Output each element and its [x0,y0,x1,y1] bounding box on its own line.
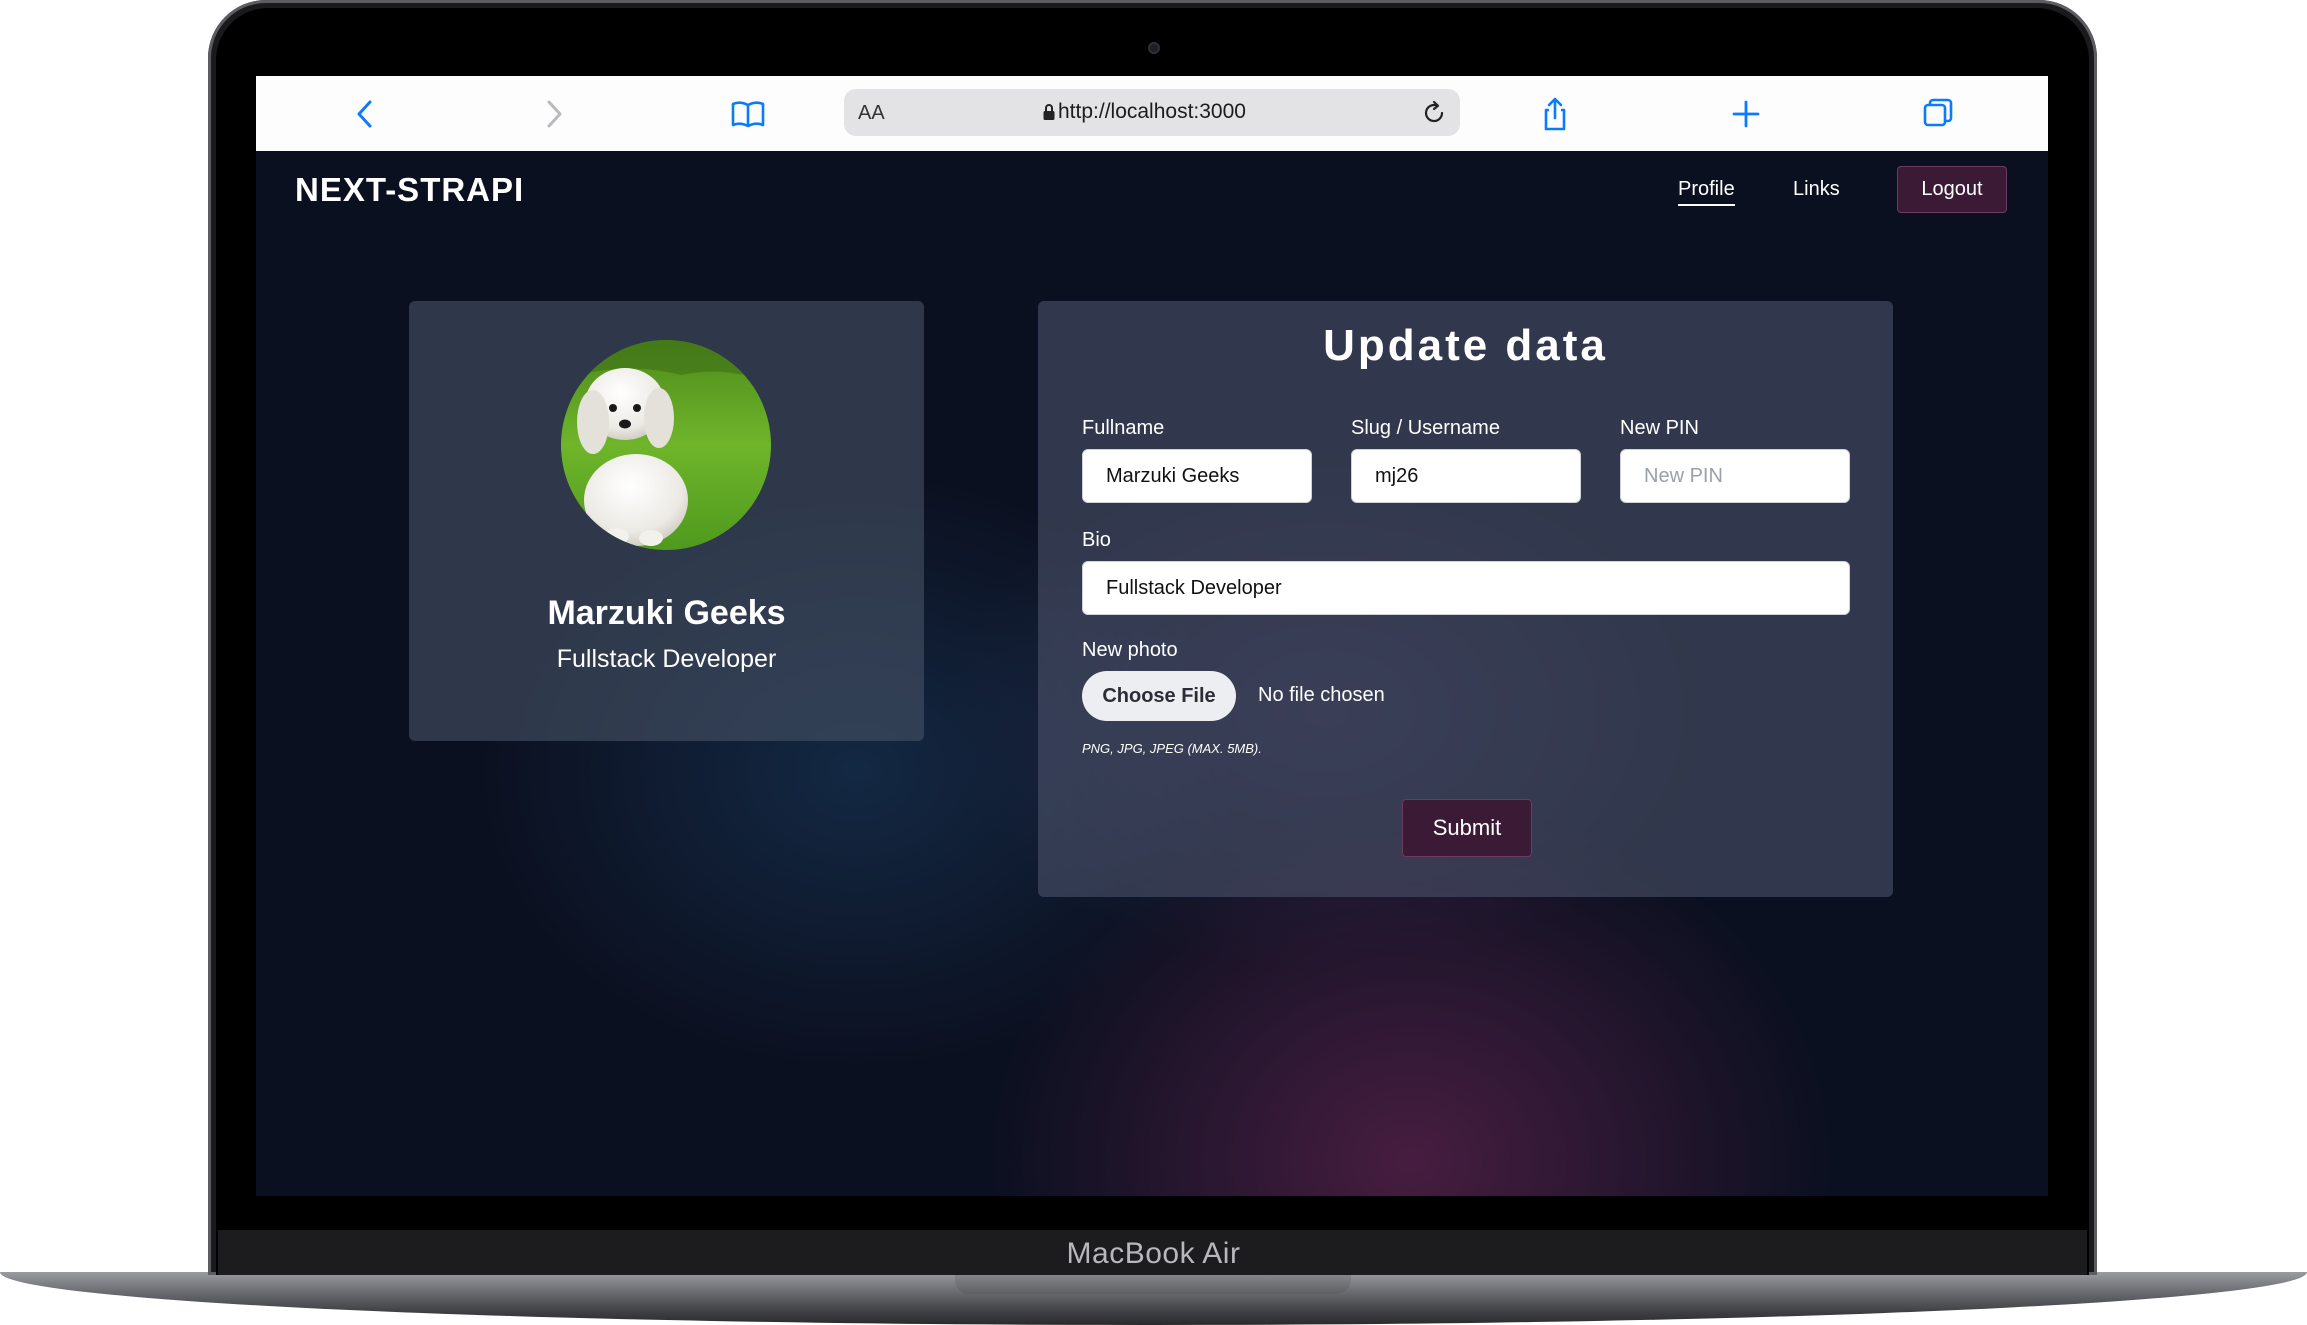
pin-label: New PIN [1620,417,1699,439]
book-icon[interactable] [728,94,768,134]
profile-card: Marzuki Geeks Fullstack Developer [409,301,924,741]
laptop-hinge-notch [955,1272,1351,1294]
reload-icon[interactable] [1420,99,1448,132]
share-icon[interactable] [1535,94,1575,134]
bio-input[interactable] [1082,561,1850,615]
pin-input[interactable] [1620,449,1850,503]
chevron-left-icon[interactable] [346,94,386,134]
photo-label: New photo [1082,639,1178,661]
address-bar[interactable]: AA http://localhost:3000 [844,89,1460,136]
avatar [561,340,771,550]
screen: AA http://localhost:3000 NEXT-STRAPI Pro… [256,76,2048,1196]
brand-logo[interactable]: NEXT-STRAPI [295,171,524,209]
profile-bio: Fullstack Developer [556,645,777,673]
nav-profile-link[interactable]: Profile [1678,178,1735,206]
slug-input[interactable] [1351,449,1581,503]
nav-links-link[interactable]: Links [1793,178,1840,201]
browser-toolbar: AA http://localhost:3000 [256,76,2048,152]
camera-icon [1148,42,1160,54]
dog-photo-image [561,340,771,550]
logout-button[interactable]: Logout [1897,166,2007,213]
update-form-card: Update data Fullname Slug / Username New… [1038,301,1893,897]
choose-file-button[interactable]: Choose File [1082,671,1236,721]
file-status: No file chosen [1258,684,1385,706]
submit-button[interactable]: Submit [1402,799,1532,857]
tabs-icon[interactable] [1918,94,1958,134]
slug-label: Slug / Username [1351,417,1500,439]
plus-icon[interactable] [1726,94,1766,134]
profile-name: Marzuki Geeks [547,594,786,632]
lock-icon [1043,103,1055,126]
fullname-label: Fullname [1082,417,1165,439]
device-label: MacBook Air [1066,1237,1241,1270]
chevron-right-icon[interactable] [533,94,573,134]
form-title: Update data [1323,321,1608,370]
text-size-button[interactable]: AA [858,102,885,125]
bio-label: Bio [1082,529,1111,551]
web-page: NEXT-STRAPI Profile Links Logout Marzuki… [256,151,2048,1196]
url-text: http://localhost:3000 [1058,100,1246,123]
fullname-input[interactable] [1082,449,1312,503]
file-hint: PNG, JPG, JPEG (MAX. 5MB). [1082,741,1262,756]
